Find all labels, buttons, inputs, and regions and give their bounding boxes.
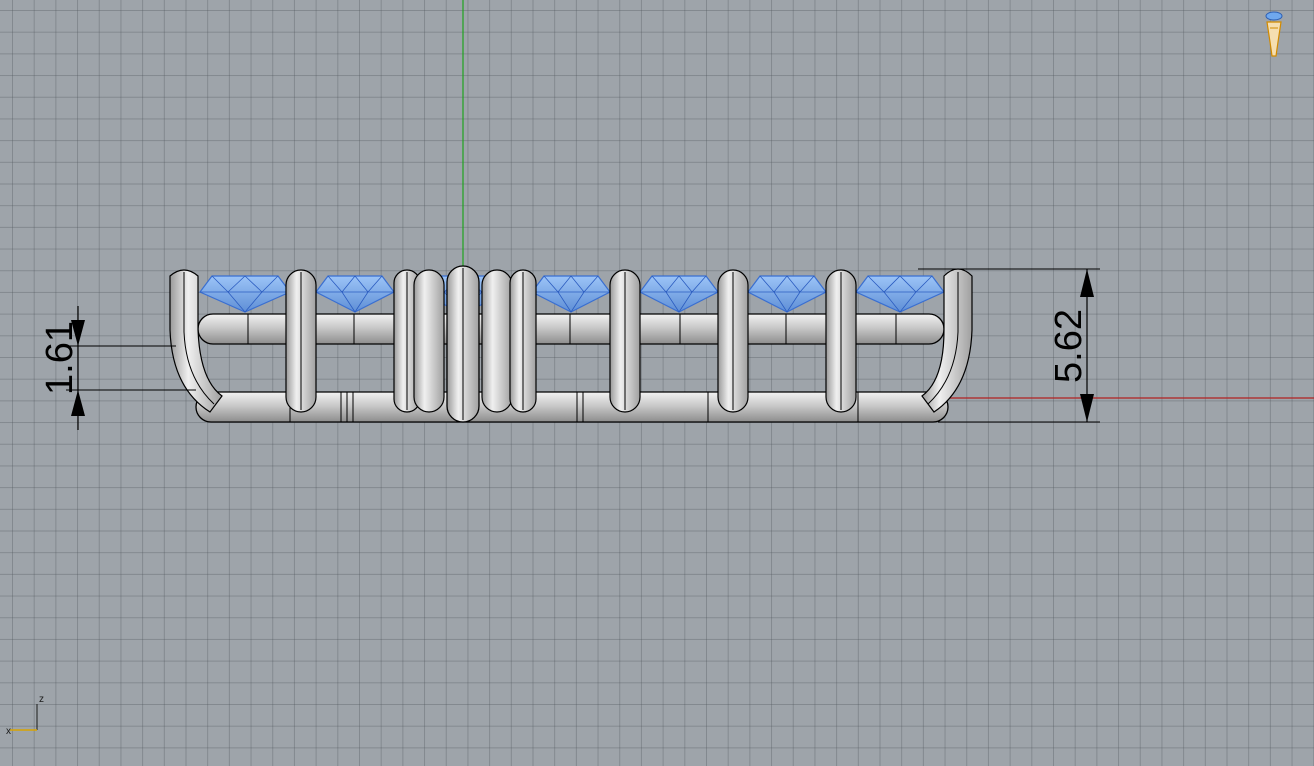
dimension-small-label: 1.61: [39, 321, 81, 395]
gem[interactable]: [531, 275, 611, 313]
dimension-large-label: 5.62: [1048, 309, 1090, 383]
gem[interactable]: [747, 275, 827, 313]
gumball-pin-icon[interactable]: [1265, 11, 1283, 57]
gem[interactable]: [855, 275, 945, 313]
gem[interactable]: [315, 275, 395, 313]
axis-indicator: z x: [6, 694, 44, 737]
front-viewport[interactable]: 1.61 5.62 z x: [0, 0, 1314, 766]
model-scene[interactable]: 1.61 5.62 z x: [0, 0, 1314, 766]
axis-x-label: x: [6, 726, 11, 737]
gem[interactable]: [199, 275, 291, 313]
axis-z-label: z: [39, 694, 44, 705]
gem[interactable]: [639, 275, 719, 313]
